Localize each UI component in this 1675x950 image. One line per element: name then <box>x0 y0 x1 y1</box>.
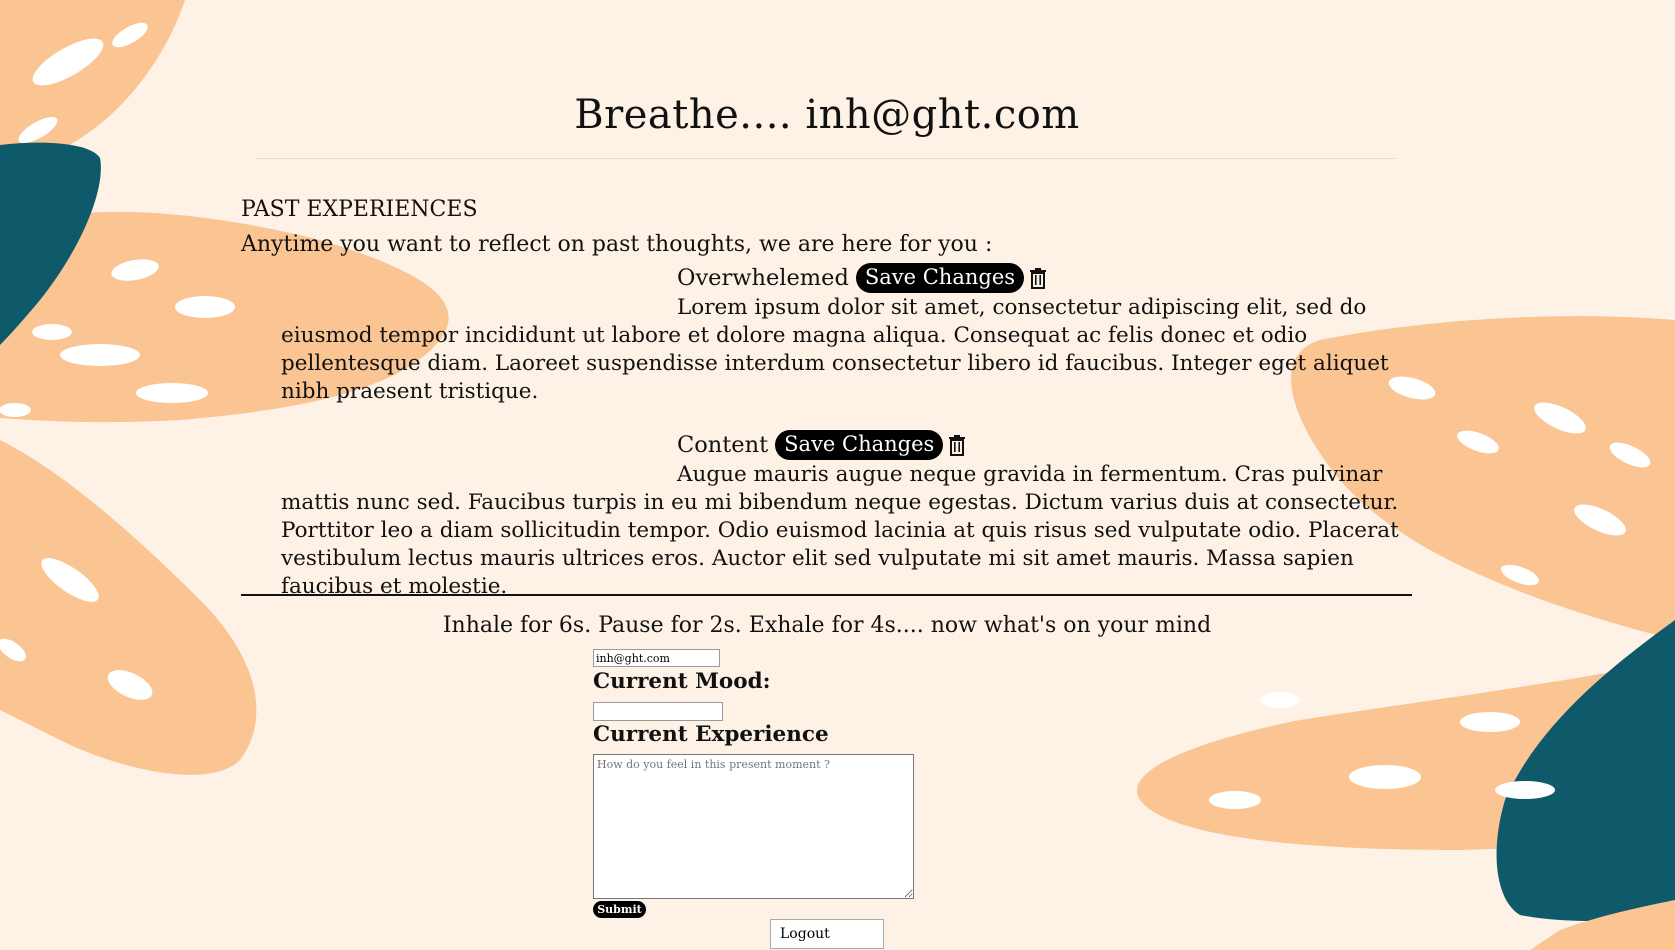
section-divider <box>241 594 1412 596</box>
save-changes-button[interactable]: Save Changes <box>855 263 1025 293</box>
page-title: Breathe.... inh@ght.com <box>574 92 1080 138</box>
current-mood-label: Current Mood: <box>593 669 771 694</box>
past-experiences-intro: Anytime you want to reflect on past thou… <box>241 232 993 257</box>
logout-button[interactable]: Logout <box>770 919 884 949</box>
current-experience-label: Current Experience <box>593 722 829 747</box>
email-field[interactable] <box>593 649 720 667</box>
breathing-prompt: Inhale for 6s. Pause for 2s. Exhale for … <box>442 613 1212 638</box>
page-content: Breathe.... inh@ght.com PAST EXPERIENCES… <box>0 0 1675 950</box>
experience-entry-header: Content Save Changes <box>677 430 966 460</box>
entry-mood-label: Overwhelemed <box>677 265 849 291</box>
title-divider <box>256 158 1396 159</box>
past-experiences-heading: PAST EXPERIENCES <box>241 197 478 222</box>
entry-text: Lorem ipsum dolor sit amet, consectetur … <box>281 295 1389 404</box>
entry-text: Augue mauris augue neque gravida in ferm… <box>281 462 1399 599</box>
entry-mood-label: Content <box>677 432 769 458</box>
current-mood-input[interactable] <box>593 702 723 721</box>
experience-entry-header: Overwhelemed Save Changes <box>677 263 1047 293</box>
save-changes-button[interactable]: Save Changes <box>775 430 944 460</box>
trash-icon[interactable] <box>948 434 966 456</box>
trash-icon[interactable] <box>1029 267 1047 289</box>
submit-button[interactable]: Submit <box>593 901 646 918</box>
current-experience-textarea[interactable] <box>593 754 914 899</box>
